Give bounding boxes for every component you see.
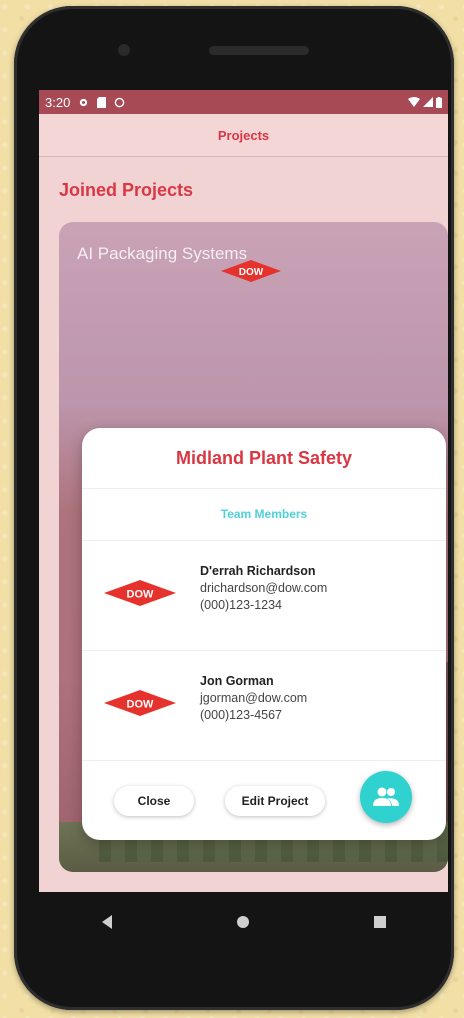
close-button[interactable]: Close xyxy=(114,786,194,816)
dialog-subtitle: Team Members xyxy=(82,488,446,541)
member-row: DOW Jon Gorman jgorman@dow.com (000)123-… xyxy=(82,650,446,761)
signal-icon xyxy=(423,97,433,107)
card-logo-text: DOW xyxy=(239,267,264,278)
wifi-icon xyxy=(408,97,420,107)
dow-logo-icon: DOW xyxy=(104,690,176,716)
section-title: Joined Projects xyxy=(59,180,194,200)
recent-apps-icon[interactable] xyxy=(373,916,386,928)
status-time: 3:20 xyxy=(45,94,71,110)
group-icon xyxy=(373,787,399,806)
member-row: DOW D'errah Richardson drichardson@dow.c… xyxy=(82,540,446,651)
battery-icon xyxy=(436,96,442,108)
member-name: Jon Gorman xyxy=(200,674,274,688)
dow-logo-icon: DOW xyxy=(104,580,176,606)
status-bar: 3:20 xyxy=(39,90,448,114)
dow-logo-icon: DOW xyxy=(221,260,281,282)
data-saver-icon xyxy=(115,97,125,107)
member-name: D'errah Richardson xyxy=(200,564,316,578)
member-phone: (000)123-4567 xyxy=(200,708,283,722)
screen: 3:20 Projects Joined Projects AI Packagi… xyxy=(39,90,448,892)
home-icon[interactable] xyxy=(236,916,249,928)
member-logo-text: DOW xyxy=(127,699,155,711)
member-email: drichardson@dow.com xyxy=(200,581,328,595)
member-logo-text: DOW xyxy=(127,589,155,601)
navigation-bar xyxy=(39,892,448,952)
app-bar: Projects xyxy=(39,114,448,157)
sd-card-icon xyxy=(97,96,107,108)
team-members-fab[interactable] xyxy=(360,771,412,823)
earpiece-speaker xyxy=(209,46,309,55)
front-camera xyxy=(118,44,130,56)
edit-project-button[interactable]: Edit Project xyxy=(225,786,325,816)
dialog-title: Midland Plant Safety xyxy=(82,428,446,489)
back-icon[interactable] xyxy=(101,915,112,929)
member-email: jgorman@dow.com xyxy=(200,691,308,705)
team-members-dialog: Midland Plant Safety Team Members DOW D'… xyxy=(82,428,446,840)
page-title: Projects xyxy=(217,127,270,143)
project-card[interactable]: AI Packaging Systems DOW Midland Plant S… xyxy=(59,222,448,872)
settings-icon xyxy=(80,98,88,106)
member-phone: (000)123-1234 xyxy=(200,598,283,612)
